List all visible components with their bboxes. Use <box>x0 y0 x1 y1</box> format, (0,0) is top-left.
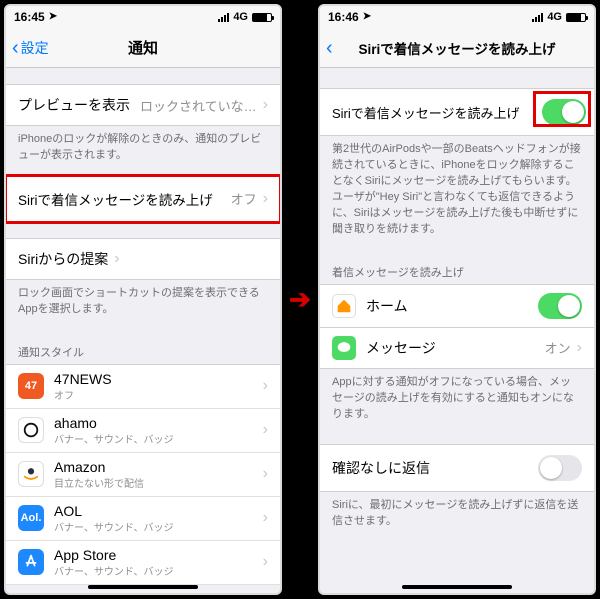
app-icon: Aol. <box>18 505 44 531</box>
row-siri-suggestions[interactable]: Siriからの提案 › <box>6 238 280 280</box>
app-row-ahamo[interactable]: ahamo バナー、サウンド、バッジ › <box>6 409 280 453</box>
battery-icon <box>566 13 586 22</box>
status-time: 16:45 <box>14 10 45 24</box>
app-icon <box>18 549 44 575</box>
section-header-apps: 着信メッセージを読み上げ <box>320 250 594 284</box>
app-icon <box>18 461 44 487</box>
back-button[interactable]: ‹ <box>326 38 333 58</box>
chevron-right-icon: › <box>263 96 268 114</box>
battery-icon <box>252 13 272 22</box>
home-indicator[interactable] <box>402 585 512 589</box>
chevron-right-icon: › <box>114 250 119 268</box>
master-toggle[interactable] <box>542 99 586 125</box>
app-sub: バナー、サウンド、バッジ <box>54 431 253 446</box>
app-sub: バナー、サウンド、バッジ <box>54 519 253 534</box>
status-time: 16:46 <box>328 10 359 24</box>
chevron-left-icon: ‹ <box>326 38 333 58</box>
nav-bar: ‹ Siriで着信メッセージを読み上げ <box>320 28 594 68</box>
scroll-area[interactable]: プレビューを表示 ロックされていな… › iPhoneのロックが解除のときのみ、… <box>6 68 280 593</box>
chevron-right-icon: › <box>263 509 268 527</box>
signal-icon <box>218 12 229 22</box>
nav-bar: ‹ 設定 通知 <box>6 28 280 68</box>
chevron-right-icon: › <box>263 190 268 208</box>
chevron-right-icon: › <box>263 465 268 483</box>
apps-footer: Appに対する通知がオフになっている場合、メッセージの読み上げを有効にすると通知… <box>320 369 594 435</box>
phone-right: 16:46 ➤ 4G ‹ Siriで着信メッセージを読み上げ Siriで着信メッ… <box>318 4 596 595</box>
location-icon: ➤ <box>49 11 57 22</box>
app-row-appstore[interactable]: App Store バナー、サウンド、バッジ › <box>6 541 280 585</box>
app-sub: オフ <box>54 387 253 402</box>
app-icon: 47 <box>18 373 44 399</box>
confirm-footer: Siriに、最初にメッセージを読み上げずに返信を送信させます。 <box>320 492 594 542</box>
row-value: オン <box>545 338 571 357</box>
chevron-right-icon: › <box>263 377 268 395</box>
section-header-style: 通知スタイル <box>6 330 280 364</box>
scroll-area[interactable]: Siriで着信メッセージを読み上げ 第2世代のAirPodsや一部のBeatsヘ… <box>320 68 594 593</box>
phone-left: 16:45 ➤ 4G ‹ 設定 通知 プレビューを表示 ロックされていな… › … <box>4 4 282 595</box>
app-sub: バナー、サウンド、バッジ <box>54 563 253 578</box>
chevron-right-icon: › <box>263 421 268 439</box>
network-label: 4G <box>547 11 562 23</box>
home-toggle[interactable] <box>538 293 582 319</box>
network-label: 4G <box>233 11 248 23</box>
row-label: プレビューを表示 <box>18 95 130 115</box>
location-icon: ➤ <box>363 11 371 22</box>
row-siri-announce[interactable]: Siriで着信メッセージを読み上げ オフ › <box>6 176 280 222</box>
arrow-icon: ➔ <box>286 284 314 315</box>
app-name: App Store <box>54 547 253 563</box>
row-home-app[interactable]: ホーム <box>320 284 594 328</box>
row-preview[interactable]: プレビューを表示 ロックされていな… › <box>6 84 280 126</box>
status-bar: 16:45 ➤ 4G <box>6 6 280 28</box>
status-bar: 16:46 ➤ 4G <box>320 6 594 28</box>
app-name: Amazon <box>54 459 253 475</box>
preview-footer: iPhoneのロックが解除のときのみ、通知のプレビューが表示されます。 <box>6 126 280 176</box>
app-name: ahamo <box>54 415 253 431</box>
app-row-amazon[interactable]: Amazon 目立たない形で配信 › <box>6 453 280 497</box>
home-icon <box>332 294 356 318</box>
messages-icon <box>332 336 356 360</box>
app-name: AOL <box>54 503 253 519</box>
row-value: ロックされていな… <box>140 96 257 115</box>
app-icon <box>18 417 44 443</box>
home-indicator[interactable] <box>88 585 198 589</box>
row-label: 確認なしに返信 <box>332 458 430 478</box>
app-row-47news[interactable]: 47 47NEWS オフ › <box>6 365 280 409</box>
row-confirm-reply[interactable]: 確認なしに返信 <box>320 444 594 492</box>
app-sub: 目立たない形で配信 <box>54 475 253 490</box>
row-label: Siriからの提案 <box>18 249 108 269</box>
back-button[interactable]: ‹ 設定 <box>12 38 49 58</box>
chevron-right-icon: › <box>263 553 268 571</box>
row-label: Siriで着信メッセージを読み上げ <box>18 189 213 209</box>
signal-icon <box>532 12 543 22</box>
row-label: ホーム <box>366 296 408 316</box>
row-label: メッセージ <box>366 338 436 358</box>
row-value: オフ <box>231 189 257 208</box>
chevron-left-icon: ‹ <box>12 38 19 58</box>
page-title: 通知 <box>128 37 158 58</box>
back-label: 設定 <box>21 38 49 58</box>
row-label: Siriで着信メッセージを読み上げ <box>332 103 520 122</box>
app-list: 47 47NEWS オフ › ahamo バナー、サウンド、バッジ › <box>6 364 280 585</box>
app-row-aol[interactable]: Aol. AOL バナー、サウンド、バッジ › <box>6 497 280 541</box>
confirm-toggle[interactable] <box>538 455 582 481</box>
row-master-toggle[interactable]: Siriで着信メッセージを読み上げ <box>320 88 594 136</box>
page-title: Siriで着信メッセージを読み上げ <box>359 38 556 58</box>
chevron-right-icon: › <box>577 339 582 357</box>
master-footer: 第2世代のAirPodsや一部のBeatsヘッドフォンが接続されているときに、i… <box>320 136 594 250</box>
app-name: 47NEWS <box>54 371 253 387</box>
siri-suggest-footer: ロック画面でショートカットの提案を表示できるAppを選択します。 <box>6 280 280 330</box>
row-messages-app[interactable]: メッセージ オン › <box>320 328 594 369</box>
